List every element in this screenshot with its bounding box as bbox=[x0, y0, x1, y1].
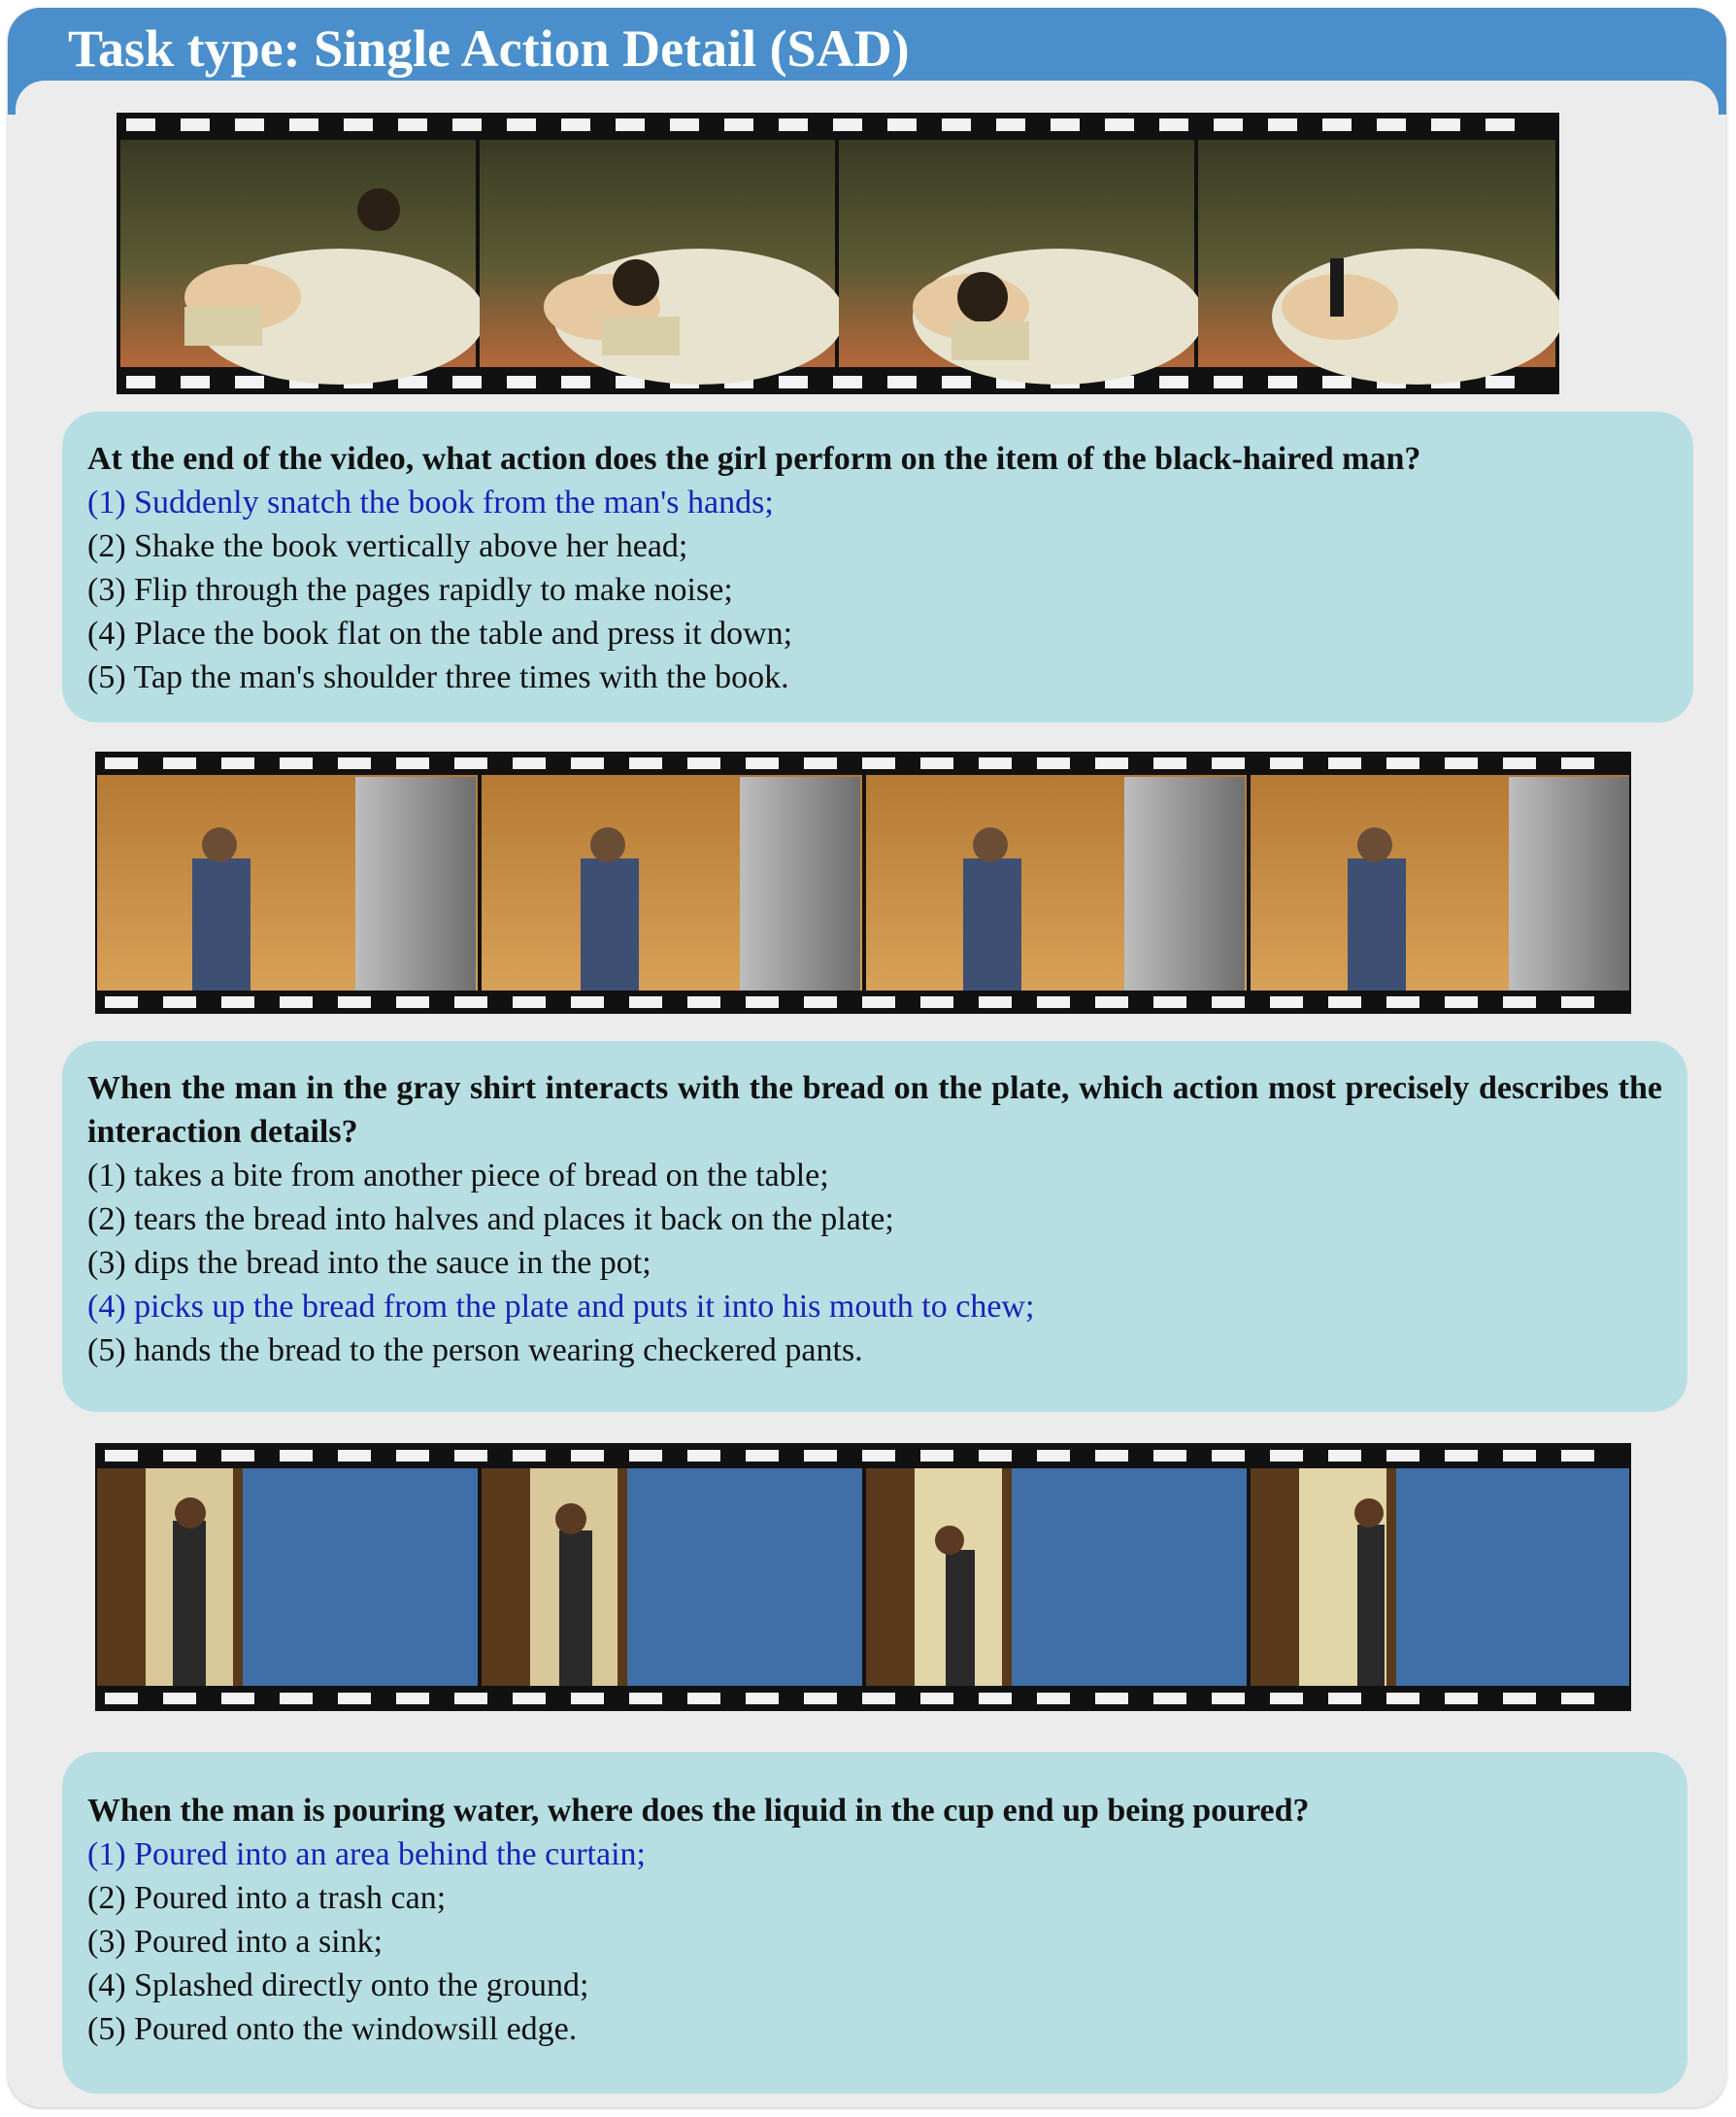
question-card-1: At the end of the video, what action doe… bbox=[62, 412, 1693, 722]
option: (2) Shake the book vertically above her … bbox=[87, 528, 688, 564]
video-frame-4 bbox=[1251, 1468, 1629, 1686]
filmstrip-1 bbox=[117, 113, 1559, 394]
filmstrip-3-graphic bbox=[95, 1443, 1631, 1711]
question-text: When the man in the gray shirt interacts… bbox=[87, 1070, 1662, 1150]
video-frame-1 bbox=[120, 140, 485, 385]
question-text: At the end of the video, what action doe… bbox=[87, 441, 1421, 477]
video-frame-3 bbox=[839, 140, 1204, 385]
video-frame-3 bbox=[866, 1468, 1247, 1686]
option: (3) Poured into a sink; bbox=[87, 1924, 384, 1960]
option: (5) Tap the man's shoulder three times w… bbox=[87, 659, 789, 695]
question-card-3: When the man is pouring water, where doe… bbox=[62, 1752, 1687, 2094]
video-frame-1 bbox=[97, 775, 478, 991]
video-frame-4 bbox=[1198, 140, 1559, 385]
option-correct: (1) Poured into an area behind the curta… bbox=[87, 1836, 646, 1872]
option: (5) Poured onto the windowsill edge. bbox=[87, 2011, 578, 2047]
option-correct: (1) Suddenly snatch the book from the ma… bbox=[87, 485, 774, 521]
option: (2) tears the bread into halves and plac… bbox=[87, 1201, 894, 1237]
option: (3) Flip through the pages rapidly to ma… bbox=[87, 572, 733, 608]
video-frame-2 bbox=[482, 775, 862, 991]
option: (5) hands the bread to the person wearin… bbox=[87, 1332, 863, 1368]
option: (4) Splashed directly onto the ground; bbox=[87, 1967, 589, 2003]
option-correct: (4) picks up the bread from the plate an… bbox=[87, 1289, 1035, 1325]
filmstrip-3 bbox=[95, 1443, 1631, 1711]
video-frame-4 bbox=[1251, 775, 1629, 991]
video-frame-2 bbox=[480, 140, 845, 385]
option: (4) Place the book flat on the table and… bbox=[87, 616, 793, 652]
filmstrip-2 bbox=[95, 752, 1631, 1014]
option: (2) Poured into a trash can; bbox=[87, 1880, 447, 1916]
filmstrip-2-graphic bbox=[95, 752, 1631, 1014]
filmstrip-1-graphic bbox=[117, 113, 1559, 394]
option: (1) takes a bite from another piece of b… bbox=[87, 1158, 829, 1193]
video-frame-1 bbox=[97, 1468, 478, 1686]
video-frame-2 bbox=[482, 1468, 862, 1686]
video-frame-3 bbox=[866, 775, 1247, 991]
question-text: When the man is pouring water, where doe… bbox=[87, 1793, 1310, 1829]
option: (3) dips the bread into the sauce in the… bbox=[87, 1245, 651, 1281]
question-card-2: When the man in the gray shirt interacts… bbox=[62, 1041, 1687, 1412]
page-title: Task type: Single Action Detail (SAD) bbox=[68, 19, 910, 78]
